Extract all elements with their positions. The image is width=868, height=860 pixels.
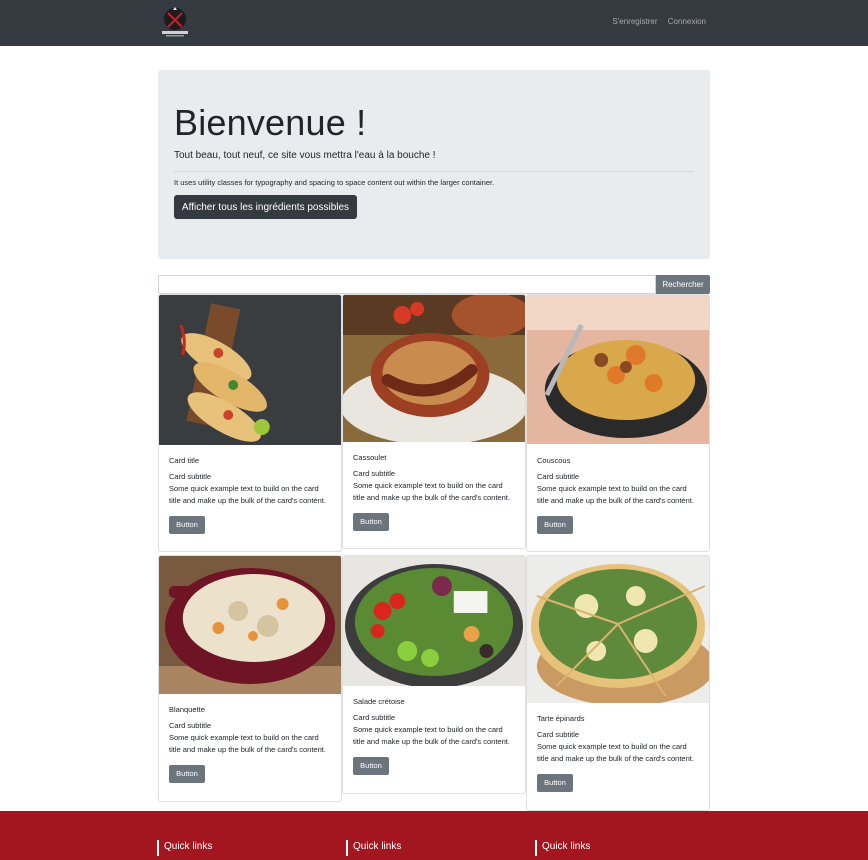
card-title: Cassoulet bbox=[353, 453, 387, 462]
divider bbox=[174, 171, 694, 172]
recipe-card: Couscous Card subtitle Some quick exampl… bbox=[526, 294, 710, 552]
card-title: Blanquette bbox=[169, 705, 205, 714]
show-ingredients-button[interactable]: Afficher tous les ingrédients possibles bbox=[174, 195, 357, 219]
card-subtitle: Card subtitle bbox=[537, 472, 580, 481]
card-text: Some quick example text to build on the … bbox=[353, 725, 510, 746]
card-subtitle: Card subtitle bbox=[169, 472, 212, 481]
logo[interactable] bbox=[158, 4, 192, 40]
salad-image bbox=[343, 556, 525, 686]
jumbotron: Bienvenue ! Tout beau, tout neuf, ce sit… bbox=[158, 70, 710, 259]
recipe-card: Salade crétoise Card subtitle Some quick… bbox=[342, 555, 526, 794]
spinach-tart-image bbox=[527, 556, 709, 703]
nav-login-link[interactable]: Connexion bbox=[668, 17, 706, 26]
card-subtitle: Card subtitle bbox=[537, 730, 580, 739]
card-button[interactable]: Button bbox=[353, 756, 389, 775]
footer-quick-links[interactable]: Quick links bbox=[157, 840, 212, 856]
recipe-card: Card title Card subtitle Some quick exam… bbox=[158, 294, 342, 552]
card-subtitle: Card subtitle bbox=[353, 469, 396, 478]
card-title: Tarte épinards bbox=[537, 714, 585, 723]
card-text: Some quick example text to build on the … bbox=[537, 484, 694, 505]
recipe-card: Blanquette Card subtitle Some quick exam… bbox=[158, 555, 342, 802]
card-subtitle: Card subtitle bbox=[169, 721, 212, 730]
recipe-card: Cassoulet Card subtitle Some quick examp… bbox=[342, 294, 526, 549]
footer-quick-links[interactable]: Quick links bbox=[535, 840, 590, 856]
recipe-card: Tarte épinards Card subtitle Some quick … bbox=[526, 555, 710, 811]
card-button[interactable]: Button bbox=[353, 512, 389, 531]
card-button[interactable]: Button bbox=[537, 773, 573, 792]
card-title: Couscous bbox=[537, 456, 571, 465]
couscous-image bbox=[527, 295, 709, 444]
card-button[interactable]: Button bbox=[169, 764, 205, 783]
search-input[interactable] bbox=[158, 275, 656, 294]
search-button[interactable]: Rechercher bbox=[656, 275, 710, 294]
footer: Quick links Quick links Quick links bbox=[0, 811, 868, 860]
card-text: Some quick example text to build on the … bbox=[169, 484, 326, 505]
tacos-image bbox=[159, 295, 341, 445]
card-subtitle: Card subtitle bbox=[353, 713, 396, 722]
navbar: S'enregistrer Connexion bbox=[0, 0, 868, 46]
card-title: Card title bbox=[169, 456, 200, 465]
cassoulet-image bbox=[343, 295, 525, 442]
card-text: Some quick example text to build on the … bbox=[169, 733, 326, 754]
blanquette-image bbox=[159, 556, 341, 694]
card-text: Some quick example text to build on the … bbox=[353, 481, 510, 502]
card-button[interactable]: Button bbox=[169, 515, 205, 534]
page-title: Bienvenue ! bbox=[174, 102, 367, 143]
jumbotron-lead: Tout beau, tout neuf, ce site vous mettr… bbox=[174, 150, 436, 161]
card-title: Salade crétoise bbox=[353, 697, 405, 706]
card-button[interactable]: Button bbox=[537, 515, 573, 534]
card-text: Some quick example text to build on the … bbox=[537, 742, 694, 763]
nav-register-link[interactable]: S'enregistrer bbox=[612, 17, 657, 26]
footer-quick-links[interactable]: Quick links bbox=[346, 840, 401, 856]
jumbotron-text: It uses utility classes for typography a… bbox=[174, 178, 495, 187]
